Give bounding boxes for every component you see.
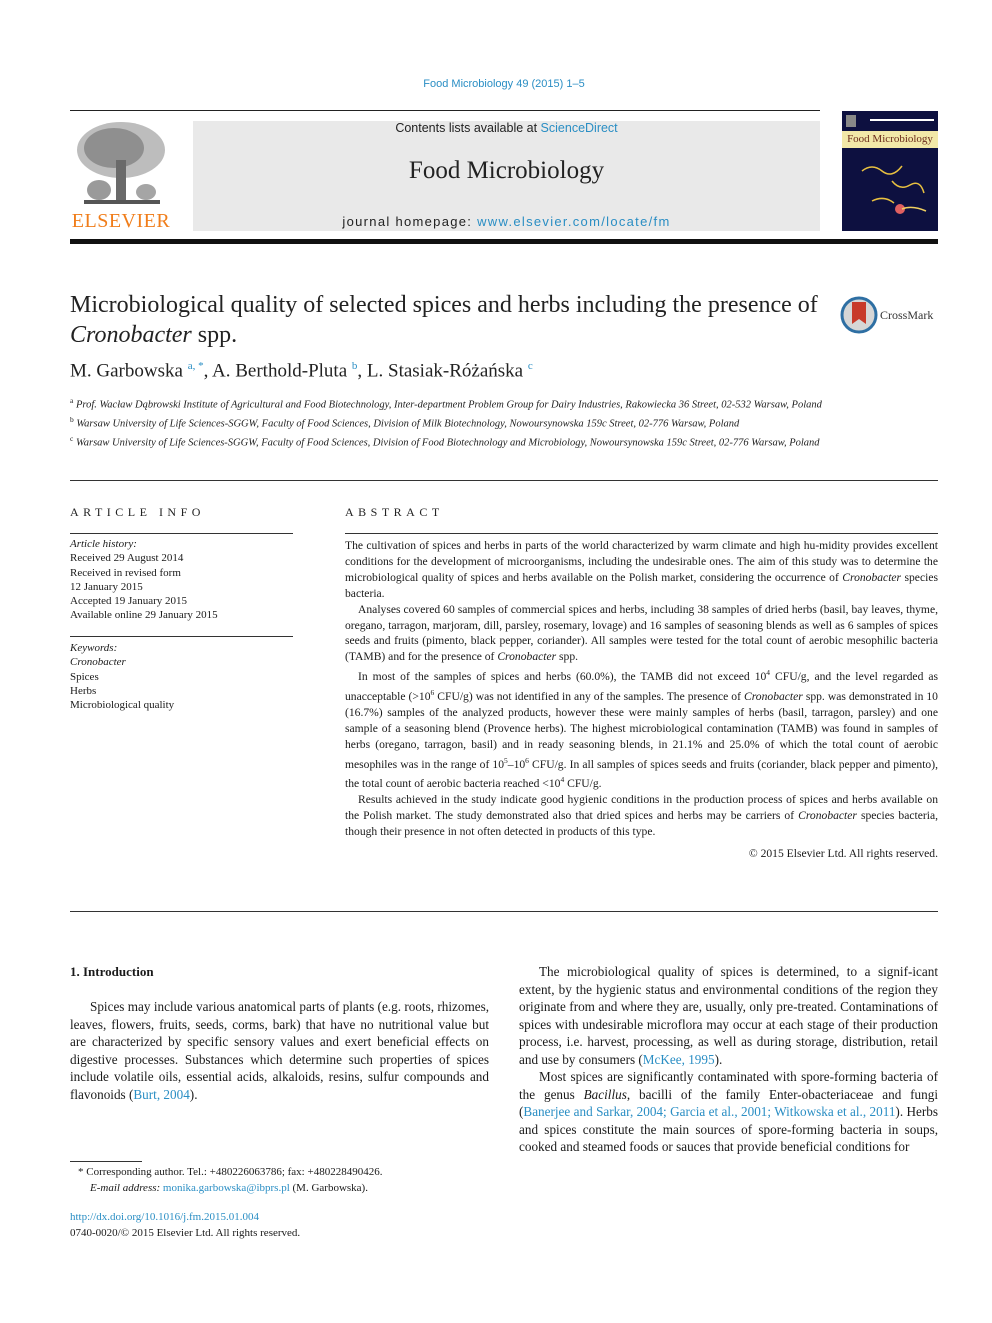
author-name[interactable]: A. Berthold-Pluta [212, 360, 347, 381]
body-paragraph: The microbiological quality of spices is… [519, 964, 938, 1067]
history-item: 12 January 2015 [70, 580, 143, 593]
issn-copyright: 0740-0020/© 2015 Elsevier Ltd. All right… [70, 1226, 301, 1239]
elsevier-wordmark: ELSEVIER [71, 210, 171, 232]
cover-art-icon [846, 115, 934, 214]
abstract-paragraph: In most of the samples of spices and her… [345, 668, 938, 791]
article-history: Article history: Received 29 August 2014… [70, 537, 293, 623]
header-top-rule [70, 110, 820, 111]
abstract-paragraph: The cultivation of spices and herbs in p… [345, 539, 938, 600]
keywords: Keywords: Cronobacter Spices Herbs Micro… [70, 641, 293, 712]
affiliation: c Warsaw University of Life Sciences-SGG… [70, 434, 820, 449]
citation-link[interactable]: Burt, 2004 [133, 1087, 189, 1102]
corresponding-author-note: * Corresponding author. Tel.: +480226063… [78, 1166, 383, 1178]
journal-reference[interactable]: Food Microbiology 49 (2015) 1–5 [0, 78, 992, 90]
contents-line: Contents lists available at ScienceDirec… [193, 121, 820, 135]
history-label: Article history: [70, 538, 137, 550]
affiliation: b Warsaw University of Life Sciences-SGG… [70, 415, 740, 430]
journal-masthead: Contents lists available at ScienceDirec… [193, 121, 820, 231]
article-info-rule [70, 533, 293, 534]
author-list: M. Garbowska a, *, A. Berthold-Pluta b, … [70, 360, 533, 382]
crossmark-label: CrossMark [880, 308, 934, 322]
abstract-paragraph: Results achieved in the study indicate g… [345, 793, 939, 838]
section-heading-introduction: 1. Introduction [70, 964, 154, 979]
history-item: Available online 29 January 2015 [70, 609, 218, 622]
author-affiliation-marker[interactable]: b [352, 360, 358, 372]
sciencedirect-link[interactable]: ScienceDirect [541, 121, 618, 135]
history-item: Accepted 19 January 2015 [70, 595, 187, 608]
keyword: Spices [70, 670, 99, 683]
keywords-rule [70, 636, 293, 637]
keyword: Microbiological quality [70, 699, 175, 712]
journal-name: Food Microbiology [408, 157, 605, 184]
homepage-line: journal homepage: www.elsevier.com/locat… [193, 214, 820, 229]
doi-block: http://dx.doi.org/10.1016/j.fm.2015.01.0… [70, 1210, 300, 1241]
journal-cover[interactable]: Food Microbiology [842, 111, 938, 231]
keyword: Herbs [70, 684, 97, 697]
history-item: Received in revised form [70, 566, 181, 579]
abstract-rule [345, 533, 938, 534]
homepage-link[interactable]: www.elsevier.com/locate/fm [477, 214, 670, 229]
body-column-left: Spices may include various anatomical pa… [70, 998, 489, 1103]
abstract-end-rule [70, 911, 938, 912]
footnotes: * Corresponding author. Tel.: +480226063… [78, 1165, 508, 1196]
author-affiliation-marker[interactable]: a, * [188, 360, 204, 372]
body-paragraph: Most spices are significantly contaminat… [519, 1069, 938, 1154]
crossmark-icon [840, 296, 878, 334]
abstract-body: The cultivation of spices and herbs in p… [345, 538, 938, 862]
abstract-copyright: © 2015 Elsevier Ltd. All rights reserved… [748, 846, 938, 860]
doi-link[interactable]: http://dx.doi.org/10.1016/j.fm.2015.01.0… [70, 1211, 259, 1223]
elsevier-tree-icon [77, 122, 165, 204]
elsevier-logo: ELSEVIER [70, 120, 172, 232]
section-rule [70, 480, 938, 481]
cover-title: Food Microbiology [842, 131, 938, 148]
header-thick-rule [70, 239, 938, 244]
contents-prefix: Contents lists available at [395, 121, 541, 135]
author-affiliation-marker[interactable]: c [528, 360, 533, 372]
affiliations: a Prof. Wacław Dąbrowski Institute of Ag… [70, 394, 830, 451]
crossmark-button[interactable]: CrossMark [840, 296, 940, 334]
article-info-heading: ARTICLE INFO [70, 505, 205, 519]
footnote-rule [70, 1161, 142, 1162]
affiliation: a Prof. Wacław Dąbrowski Institute of Ag… [70, 396, 822, 411]
citation-link[interactable]: Banerjee and Sarkar, 2004; Garcia et al.… [523, 1104, 895, 1119]
keyword: Cronobacter [70, 656, 126, 669]
citation-link[interactable]: McKee, 1995 [643, 1052, 715, 1067]
email-note: E-mail address: monika.garbowska@ibprs.p… [90, 1181, 368, 1194]
body-paragraph: Spices may include various anatomical pa… [70, 999, 489, 1102]
abstract-heading: ABSTRACT [345, 505, 444, 519]
keywords-label: Keywords: [70, 642, 118, 654]
author-name[interactable]: M. Garbowska [70, 360, 183, 381]
article-title: Microbiological quality of selected spic… [70, 292, 818, 348]
author-name[interactable]: L. Stasiak-Różańska [367, 360, 523, 381]
abstract-paragraph: Analyses covered 60 samples of commercia… [345, 602, 938, 664]
body-column-right: The microbiological quality of spices is… [519, 963, 938, 1156]
homepage-prefix: journal homepage: [342, 214, 478, 229]
history-item: Received 29 August 2014 [70, 552, 184, 565]
email-link[interactable]: monika.garbowska@ibprs.pl [163, 1182, 290, 1194]
